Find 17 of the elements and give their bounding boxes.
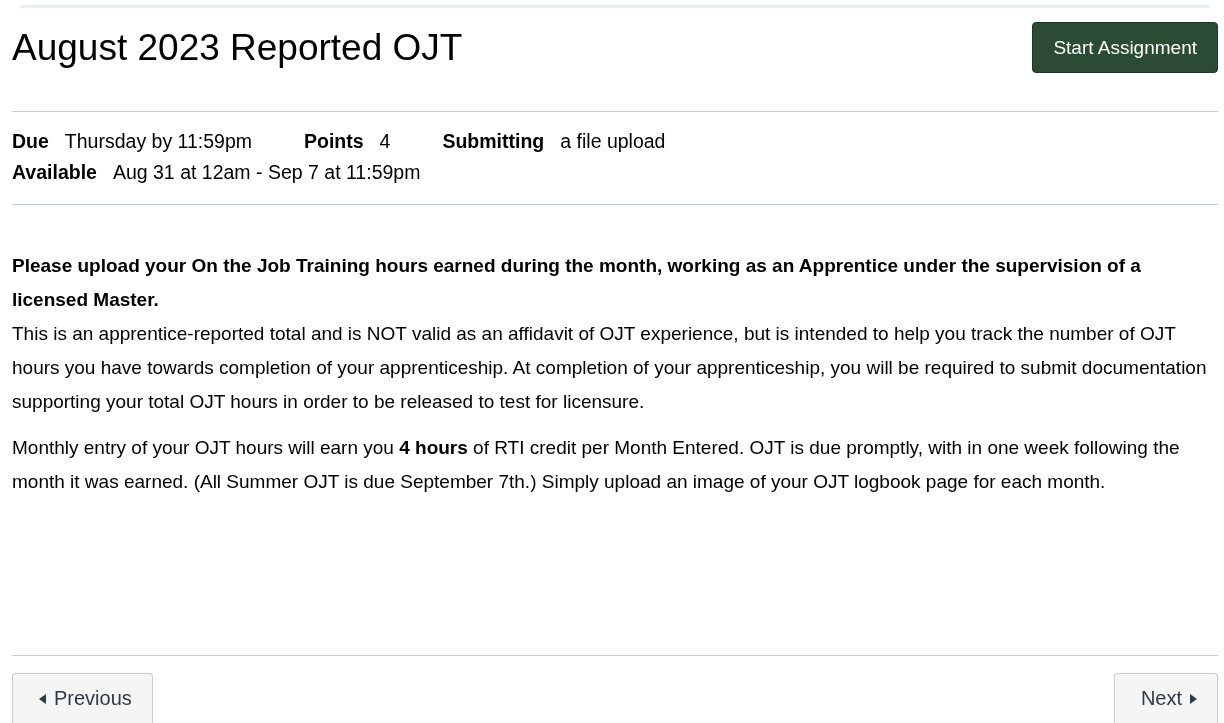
- next-button[interactable]: Next: [1113, 673, 1218, 723]
- detail-value: 4: [379, 130, 391, 153]
- detail-label: Points: [304, 130, 364, 153]
- detail-value: a file upload: [560, 130, 666, 153]
- start-assignment-button[interactable]: Start Assignment: [1032, 22, 1218, 73]
- previous-button[interactable]: Previous: [12, 673, 153, 723]
- detail-label: Available: [12, 161, 97, 184]
- detail-value: Aug 31 at 12am - Sep 7 at 11:59pm: [112, 161, 421, 184]
- caret-icon: [1190, 693, 1197, 704]
- detail-label: Due: [12, 130, 49, 153]
- description-paragraph: Monthly entry of your OJT hours will earn you 4 hours of RTI credit per Month Entered. OJT is due promptly, with in one week following the month it was earned. (All Summer OJT is due September 7th.) Simply upload an image of your OJT logbook page for each month.: [12, 436, 1181, 494]
- detail-value: Thursday by 11:59pm: [64, 130, 252, 153]
- detail-label: Submitting: [442, 130, 545, 153]
- assignment-title: August 2023 Reported OJT: [12, 26, 463, 69]
- description-paragraph: This is an apprentice-reported total and is NOT valid as an affidavit of OJT experience, but is intended to help you track the number of OJT hours you have towards completion of your apprenticeship. At completion of your apprenticeship, you will be required to submit documentation supporting your total OJT hours in order to be released to test for licensure.: [12, 322, 1208, 414]
- description-lead: Please upload your On the Job Training hours earned during the month, working as an Apprentice under the supervision of a licensed Master.: [12, 254, 1142, 312]
- caret-icon: [39, 693, 46, 704]
